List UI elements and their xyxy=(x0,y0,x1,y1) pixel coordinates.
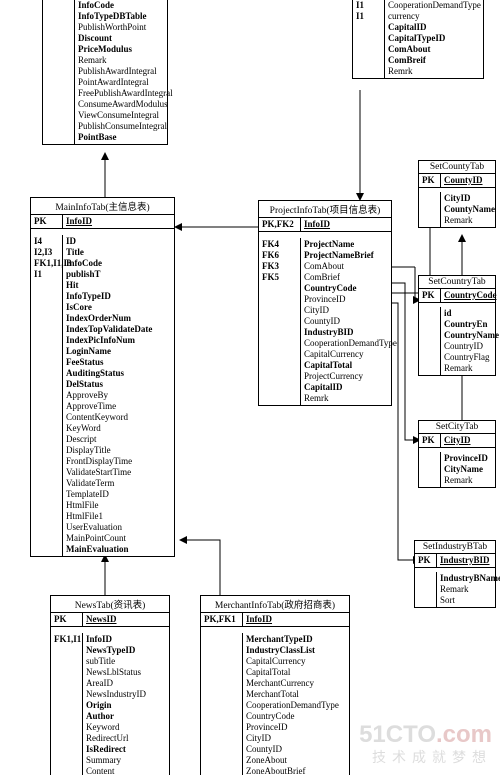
table-capital: I1I1 CooperationDemandTypecurrencyCapita… xyxy=(352,0,484,79)
table-setcounty: SetCountyTab PK CountyID CityIDCountyNam… xyxy=(418,160,496,228)
table-maininfo: MainInfoTab(主信息表) PK InfoID I4I2,I3FK1,I… xyxy=(30,197,175,557)
table-setindustryb: SetIndustryBTab PK IndustryBID IndustryB… xyxy=(414,540,496,608)
table-setcity: SetCityTab PK CityID ProvinceIDCityNameR… xyxy=(418,420,496,488)
table-infotype: InfoCodeInfoTypeDBTablePublishWorthPoint… xyxy=(42,0,168,145)
table-merchant: MerchantInfoTab(政府招商表) PK,FK1 InfoID Mer… xyxy=(200,595,350,775)
table-setcountry: SetCountryTab PK CountryCode idCountryEn… xyxy=(418,275,496,376)
table-title: MainInfoTab(主信息表) xyxy=(31,198,174,215)
table-title: ProjectInfoTab(项目信息表) xyxy=(259,201,391,218)
table-news: NewsTab(资讯表) PK NewsID FK1,I1 InfoIDNews… xyxy=(50,595,170,775)
table-projectinfo: ProjectInfoTab(项目信息表) PK,FK2 InfoID FK4F… xyxy=(258,200,392,406)
